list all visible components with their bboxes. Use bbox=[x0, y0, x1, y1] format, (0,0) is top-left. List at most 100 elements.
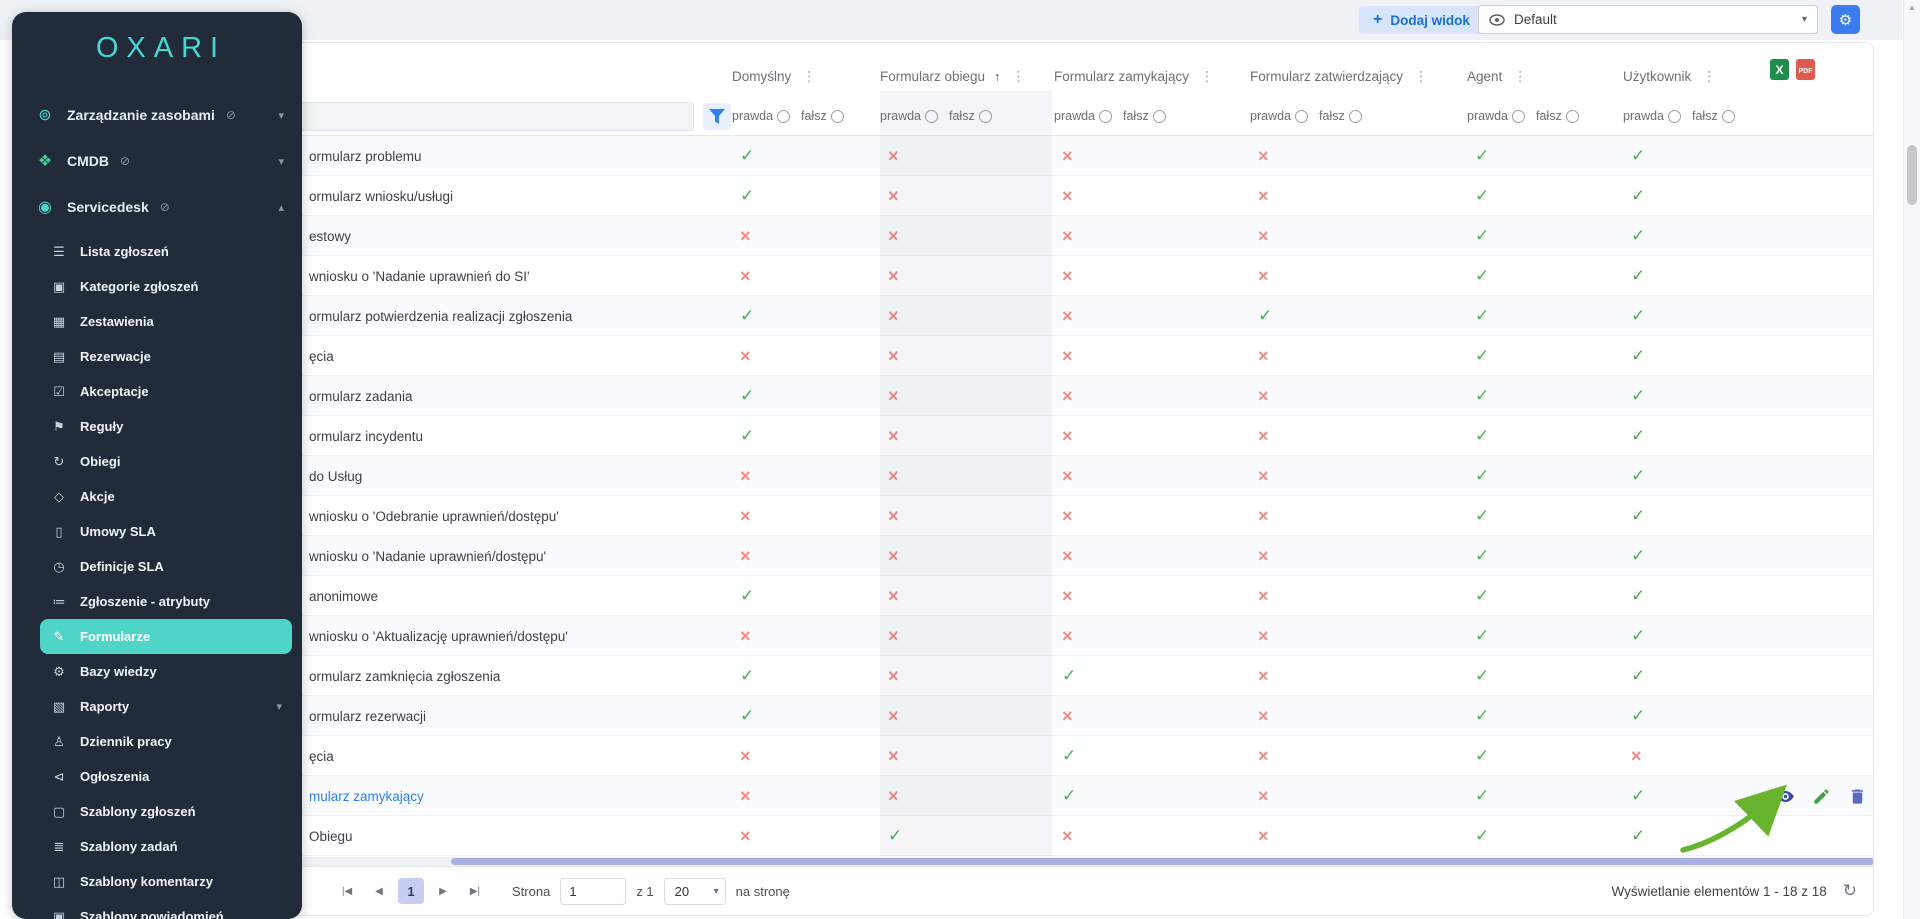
table-row[interactable]: ormularz zadania✓×××✓✓ bbox=[256, 376, 1873, 416]
column-header-formularz-zatwierdzajacy[interactable]: Formularz zatwierdzający⋮ bbox=[1250, 43, 1468, 96]
delete-button[interactable] bbox=[1846, 785, 1868, 807]
add-view-button[interactable]: + Dodaj widok bbox=[1359, 6, 1484, 34]
cell-domyslny: × bbox=[732, 256, 882, 296]
sidebar-item-bazy-wiedzy[interactable]: ⚙Bazy wiedzy bbox=[40, 654, 292, 689]
view-selector[interactable]: Default ▾ bbox=[1478, 5, 1818, 34]
cmdb-icon: ❖ bbox=[34, 151, 56, 171]
sidebar-item-umowy-sla[interactable]: ▯Umowy SLA bbox=[40, 514, 292, 549]
table-row[interactable]: wniosku o 'Nadanie uprawnień do SI'××××✓… bbox=[256, 256, 1873, 296]
refresh-icon[interactable]: ↻ bbox=[1843, 881, 1857, 901]
table-row[interactable]: mularz zamykający××✓×✓✓ bbox=[256, 776, 1873, 816]
table-row[interactable]: ęcia××✓×✓× bbox=[256, 736, 1873, 776]
page-number-input[interactable] bbox=[560, 878, 626, 905]
excel-export-icon[interactable]: X bbox=[1770, 59, 1789, 80]
scroll-up-icon[interactable]: ▲ bbox=[1904, 0, 1920, 12]
table-row[interactable]: ormularz incydentu✓×××✓✓ bbox=[256, 416, 1873, 456]
sidebar-item-dziennik-pracy[interactable]: ♙Dziennik pracy bbox=[40, 724, 292, 759]
current-page-button[interactable]: 1 bbox=[398, 878, 424, 904]
filter-icon[interactable] bbox=[703, 103, 731, 130]
table-row[interactable]: wniosku o 'Odebranie uprawnień/dostępu'×… bbox=[256, 496, 1873, 536]
sidebar-item-reguly[interactable]: ⚑Reguły bbox=[40, 409, 292, 444]
table-row[interactable]: ormularz zamknięcia zgłoszenia✓×✓×✓✓ bbox=[256, 656, 1873, 696]
search-input[interactable] bbox=[262, 102, 694, 131]
filter-true-radio[interactable] bbox=[1668, 110, 1681, 123]
filter-false-radio[interactable] bbox=[831, 110, 844, 123]
cross-icon: × bbox=[1258, 746, 1269, 767]
sidebar-item-szablony-zgloszen[interactable]: ▢Szablony zgłoszeń bbox=[40, 794, 292, 829]
table-row[interactable]: anonimowe✓×××✓✓ bbox=[256, 576, 1873, 616]
check-icon: ✓ bbox=[1475, 186, 1489, 206]
filter-true-radio[interactable] bbox=[925, 110, 938, 123]
sidebar: OXARI ⊚Zarządzanie zasobami⊘▾❖CMDB⊘▾◉Ser… bbox=[12, 12, 302, 919]
sidebar-item-obiegi[interactable]: ↻Obiegi bbox=[40, 444, 292, 479]
filter-false-label: fałsz bbox=[1319, 109, 1345, 123]
filter-false-radio[interactable] bbox=[1349, 110, 1362, 123]
sidebar-item-akceptacje[interactable]: ☑Akceptacje bbox=[40, 374, 292, 409]
column-menu-icon[interactable]: ⋮ bbox=[1412, 68, 1430, 85]
table-row[interactable]: wniosku o 'Aktualizację uprawnień/dostęp… bbox=[256, 616, 1873, 656]
sidebar-item-rezerwacje[interactable]: ▤Rezerwacje bbox=[40, 339, 292, 374]
sidebar-item-akcje[interactable]: ◇Akcje bbox=[40, 479, 292, 514]
table-row[interactable]: ormularz problemu✓×××✓✓ bbox=[256, 136, 1873, 176]
column-menu-icon[interactable]: ⋮ bbox=[1511, 68, 1529, 85]
table-row[interactable]: ormularz potwierdzenia realizacji zgłosz… bbox=[256, 296, 1873, 336]
column-header-uzytkownik[interactable]: Użytkownik⋮ bbox=[1623, 43, 1768, 96]
caret-down-icon: ▾ bbox=[714, 886, 719, 897]
cell-formularz-zamykajacy: × bbox=[1054, 296, 1252, 336]
filter-true-radio[interactable] bbox=[1295, 110, 1308, 123]
filter-true-radio[interactable] bbox=[1512, 110, 1525, 123]
filter-false-radio[interactable] bbox=[1566, 110, 1579, 123]
sidebar-item-raporty[interactable]: ▧Raporty▾ bbox=[40, 689, 292, 724]
table-row[interactable]: do Usług××××✓✓ bbox=[256, 456, 1873, 496]
vertical-scrollbar[interactable] bbox=[1907, 145, 1917, 205]
filter-true-radio[interactable] bbox=[777, 110, 790, 123]
sidebar-item-szablony-powiadomien[interactable]: ▣Szablony powiadomień bbox=[40, 899, 292, 919]
sidebar-section-zarzadzanie-zasobami[interactable]: ⊚Zarządzanie zasobami⊘▾ bbox=[12, 92, 302, 138]
sidebar-item-ogloszenia[interactable]: ⊲Ogłoszenia bbox=[40, 759, 292, 794]
column-menu-icon[interactable]: ⋮ bbox=[1010, 68, 1028, 85]
table-row[interactable]: estowy××××✓✓ bbox=[256, 216, 1873, 256]
pdf-export-icon[interactable]: PDF bbox=[1796, 59, 1815, 80]
column-menu-icon[interactable]: ⋮ bbox=[1700, 68, 1718, 85]
first-page-button[interactable]: |◀ bbox=[334, 878, 360, 904]
check-icon: ✓ bbox=[1062, 746, 1076, 766]
table-row[interactable]: wniosku o 'Nadanie uprawnień/dostępu'×××… bbox=[256, 536, 1873, 576]
sidebar-item-szablony-komentarzy[interactable]: ◫Szablony komentarzy bbox=[40, 864, 292, 899]
view-button[interactable] bbox=[1774, 785, 1796, 807]
previous-page-button[interactable]: ◀ bbox=[366, 878, 392, 904]
cross-icon: × bbox=[1062, 186, 1073, 207]
sidebar-item-kategorie-zgloszen[interactable]: ▣Kategorie zgłoszeń bbox=[40, 269, 292, 304]
last-page-button[interactable]: ▶| bbox=[462, 878, 488, 904]
table-row[interactable]: ormularz rezerwacji✓×××✓✓ bbox=[256, 696, 1873, 736]
column-header-formularz-zamykajacy[interactable]: Formularz zamykający⋮ bbox=[1054, 43, 1252, 96]
edit-button[interactable] bbox=[1810, 785, 1832, 807]
table-row[interactable]: Obiegu×✓××✓✓ bbox=[256, 816, 1873, 856]
cell-formularz-zamykajacy: × bbox=[1054, 376, 1252, 416]
sidebar-item-definicje-sla[interactable]: ◷Definicje SLA bbox=[40, 549, 292, 584]
column-header-agent[interactable]: Agent⋮ bbox=[1467, 43, 1621, 96]
next-page-button[interactable]: ▶ bbox=[430, 878, 456, 904]
cell-formularz-obiegu: × bbox=[880, 696, 1052, 736]
column-menu-icon[interactable]: ⋮ bbox=[800, 68, 818, 85]
filter-false-radio[interactable] bbox=[1153, 110, 1166, 123]
horizontal-scrollbar[interactable] bbox=[451, 858, 1874, 865]
filter-false-radio[interactable] bbox=[1722, 110, 1735, 123]
filter-true-radio[interactable] bbox=[1099, 110, 1112, 123]
sidebar-item-zestawienia[interactable]: ▦Zestawienia bbox=[40, 304, 292, 339]
cell-formularz-zamykajacy: × bbox=[1054, 616, 1252, 656]
sidebar-section-servicedesk[interactable]: ◉Servicedesk⊘▴ bbox=[12, 184, 302, 230]
table-row[interactable]: ormularz wniosku/usługi✓×××✓✓ bbox=[256, 176, 1873, 216]
form-name-link[interactable]: mularz zamykający bbox=[256, 776, 726, 816]
sidebar-item-formularze[interactable]: ✎Formularze bbox=[40, 619, 292, 654]
sidebar-item-zgloszenie-atrybuty[interactable]: ≔Zgłoszenie - atrybuty bbox=[40, 584, 292, 619]
filter-false-radio[interactable] bbox=[979, 110, 992, 123]
sidebar-item-lista-zgloszen[interactable]: ☰Lista zgłoszeń bbox=[40, 234, 292, 269]
column-header-formularz-obiegu[interactable]: Formularz obiegu↑⋮ bbox=[880, 43, 1052, 96]
page-size-select[interactable]: 20 ▾ bbox=[664, 878, 726, 905]
sidebar-section-cmdb[interactable]: ❖CMDB⊘▾ bbox=[12, 138, 302, 184]
column-menu-icon[interactable]: ⋮ bbox=[1198, 68, 1216, 85]
sidebar-item-szablony-zadan[interactable]: ≣Szablony zadań bbox=[40, 829, 292, 864]
table-row[interactable]: ęcia××××✓✓ bbox=[256, 336, 1873, 376]
column-header-domyslny[interactable]: Domyślny⋮ bbox=[732, 43, 882, 96]
tools-button[interactable]: ⚙ bbox=[1831, 5, 1860, 34]
